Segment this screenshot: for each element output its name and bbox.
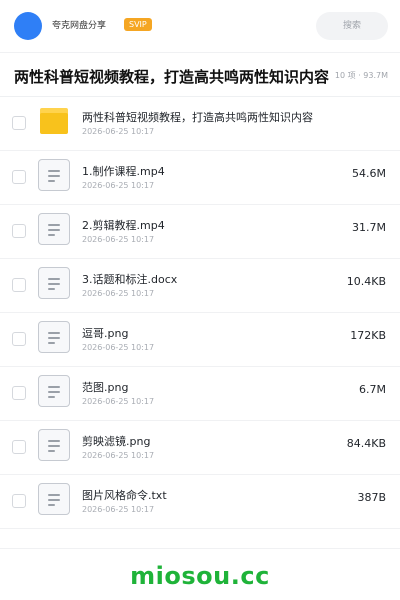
checkbox[interactable] — [12, 332, 26, 346]
file-icon — [38, 159, 70, 191]
app-name: 夸克网盘分享 — [52, 21, 107, 31]
list-item[interactable]: 范图.png 2026-06-25 10:17 6.7M — [0, 367, 400, 421]
file-name: 3.话题和标注.docx — [82, 273, 178, 286]
svip-badge: SVIP — [124, 18, 152, 31]
top-bar: 夸克网盘分享 SVIP 搜索 — [0, 0, 400, 52]
list-item[interactable]: 2.剪辑教程.mp4 2026-06-25 10:17 31.7M — [0, 205, 400, 259]
share-meta: 10 项 · 93.7M — [332, 70, 388, 81]
file-size: 54.6M — [352, 167, 386, 180]
file-date: 2026-06-25 10:17 — [82, 343, 155, 352]
list-item[interactable]: 3.话题和标注.docx 2026-06-25 10:17 10.4KB — [0, 259, 400, 313]
file-icon — [38, 213, 70, 245]
list-item[interactable]: 剪映滤镜.png 2026-06-25 10:17 84.4KB — [0, 421, 400, 475]
file-icon — [38, 483, 70, 515]
file-size: 31.7M — [352, 221, 386, 234]
file-date: 2026-06-25 10:17 — [82, 127, 155, 136]
file-date: 2026-06-25 10:17 — [82, 181, 155, 190]
checkbox[interactable] — [12, 224, 26, 238]
file-name: 剪映滤镜.png — [82, 435, 151, 448]
file-name: 范图.png — [82, 381, 129, 394]
file-date: 2026-06-25 10:17 — [82, 235, 155, 244]
file-date: 2026-06-25 10:17 — [82, 505, 155, 514]
folder-icon — [40, 108, 68, 134]
checkbox[interactable] — [12, 440, 26, 454]
bottom-divider — [0, 548, 400, 549]
checkbox[interactable] — [12, 386, 26, 400]
list-item[interactable]: 两性科普短视频教程，打造高共鸣两性知识内容 2026-06-25 10:17 — [0, 97, 400, 151]
search-input[interactable]: 搜索 — [316, 12, 388, 40]
file-size: 84.4KB — [346, 437, 386, 450]
list-item[interactable]: 1.制作课程.mp4 2026-06-25 10:17 54.6M — [0, 151, 400, 205]
file-size: 172KB — [350, 329, 386, 342]
file-icon — [38, 429, 70, 461]
file-icon — [38, 321, 70, 353]
header-divider — [0, 52, 400, 53]
file-name: 两性科普短视频教程，打造高共鸣两性知识内容 — [82, 111, 313, 124]
file-name: 逗哥.png — [82, 327, 129, 340]
file-icon — [38, 375, 70, 407]
checkbox[interactable] — [12, 494, 26, 508]
list-item[interactable]: 逗哥.png 2026-06-25 10:17 172KB — [0, 313, 400, 367]
file-size: 10.4KB — [346, 275, 386, 288]
avatar[interactable] — [14, 12, 42, 40]
file-icon — [38, 267, 70, 299]
page-title: 两性科普短视频教程，打造高共鸣两性知识内容 — [14, 68, 330, 86]
watermark: miosou.cc — [130, 562, 270, 590]
file-name: 1.制作课程.mp4 — [82, 165, 165, 178]
file-date: 2026-06-25 10:17 — [82, 451, 155, 460]
checkbox[interactable] — [12, 116, 26, 130]
file-name: 图片风格命令.txt — [82, 489, 167, 502]
list-item[interactable]: 图片风格命令.txt 2026-06-25 10:17 387B — [0, 475, 400, 529]
file-date: 2026-06-25 10:17 — [82, 397, 155, 406]
checkbox[interactable] — [12, 278, 26, 292]
checkbox[interactable] — [12, 170, 26, 184]
file-size: 387B — [357, 491, 386, 504]
file-name: 2.剪辑教程.mp4 — [82, 219, 165, 232]
file-size: 6.7M — [359, 383, 386, 396]
file-date: 2026-06-25 10:17 — [82, 289, 155, 298]
